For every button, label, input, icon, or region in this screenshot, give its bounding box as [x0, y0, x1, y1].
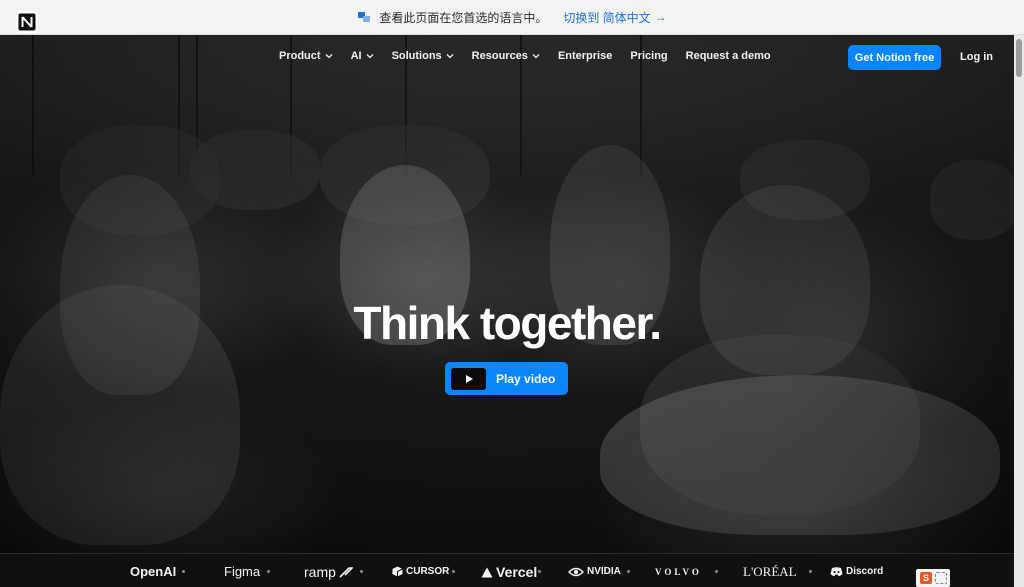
chevron-down-icon	[532, 54, 540, 59]
nvidia-icon	[568, 567, 584, 576]
switch-language-label: 切换到 简体中文	[563, 10, 651, 25]
notion-logo-icon[interactable]	[15, 10, 39, 34]
nav-item-pricing[interactable]: Pricing	[630, 50, 667, 62]
login-link[interactable]: Log in	[960, 51, 993, 63]
nav-item-ai[interactable]: AI	[351, 50, 374, 62]
language-banner: 查看此页面在您首选的语言中。 切换到 简体中文 →	[0, 0, 1024, 35]
play-icon	[451, 367, 486, 390]
nav-item-resources[interactable]: Resources	[472, 50, 540, 62]
nav-item-product[interactable]: Product	[279, 50, 333, 62]
logo-loreal: L'ORÉAL	[743, 564, 797, 579]
scrollbar-thumb[interactable]	[1016, 39, 1022, 77]
arrow-right-icon: →	[654, 10, 667, 24]
ramp-icon	[339, 567, 353, 578]
logo-cursor: CURSOR	[392, 566, 449, 577]
get-notion-free-button[interactable]: Get Notion free	[848, 45, 941, 70]
play-video-button[interactable]: Play video	[445, 362, 568, 395]
logo-discord: Discord	[830, 566, 883, 577]
banner-message: 查看此页面在您首选的语言中。	[379, 10, 548, 25]
logo-volvo: VOLVO	[655, 567, 702, 577]
extension-widget[interactable]: S	[916, 569, 950, 587]
nav-item-request-demo[interactable]: Request a demo	[686, 50, 771, 62]
cursor-icon	[392, 566, 403, 577]
nav-item-enterprise[interactable]: Enterprise	[558, 50, 612, 62]
logo-figma: Figma	[224, 564, 261, 579]
s-badge-icon: S	[920, 572, 932, 584]
vercel-icon	[481, 567, 493, 577]
page-scrollbar[interactable]	[1014, 35, 1024, 587]
translate-icon	[358, 12, 371, 22]
logo-vercel: Vercel	[481, 564, 537, 580]
logo-nvidia: NVIDIA	[568, 566, 621, 577]
customer-logos-strip: OpenAI Figma ramp CURSOR Vercel NVIDIA V…	[0, 553, 1014, 587]
hero-headline: Think together.	[353, 297, 662, 349]
switch-language-link[interactable]: 切换到 简体中文 →	[563, 9, 666, 26]
grid-icon	[935, 572, 947, 584]
chevron-down-icon	[325, 54, 333, 59]
nav-menu: Product AI Solutions Resources Enterpris…	[279, 50, 771, 62]
chevron-down-icon	[446, 54, 454, 59]
nav-item-solutions[interactable]: Solutions	[392, 50, 454, 62]
logo-openai: OpenAI	[130, 564, 177, 579]
hero-image	[0, 35, 1014, 553]
logo-ramp: ramp	[304, 564, 353, 580]
play-video-label: Play video	[496, 371, 556, 386]
chevron-down-icon	[366, 54, 374, 59]
discord-icon	[830, 566, 843, 576]
